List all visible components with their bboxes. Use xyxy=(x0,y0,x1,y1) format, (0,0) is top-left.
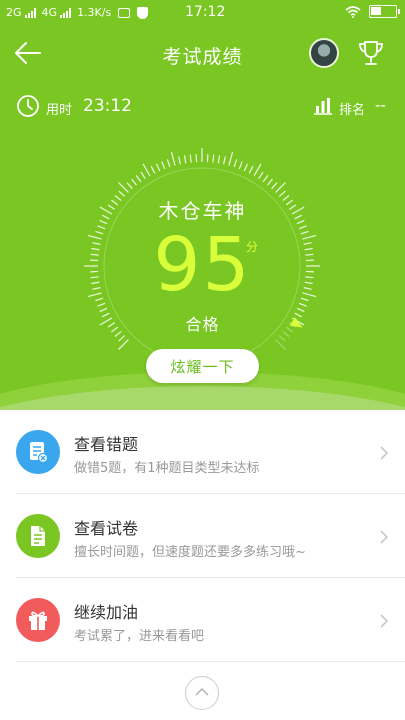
notification-icon xyxy=(118,7,131,18)
battery-icon xyxy=(369,5,400,18)
network-2g-label: 2G xyxy=(6,6,22,19)
wifi-icon xyxy=(345,5,361,18)
gauge-tick xyxy=(118,335,126,342)
list-item-keep-going[interactable]: 继续加油 考试累了，进来看看吧 xyxy=(16,578,405,662)
chevron-right-icon xyxy=(380,614,389,628)
gauge-tick xyxy=(178,156,181,165)
scroll-up-button[interactable] xyxy=(185,676,219,710)
page-title: 考试成绩 xyxy=(162,46,243,68)
top-bar: 考试成绩 xyxy=(0,26,405,80)
gauge-tick xyxy=(212,154,215,163)
rank-label: 排名 xyxy=(339,103,366,118)
network-4g-label: 4G xyxy=(41,6,58,19)
avatar[interactable] xyxy=(309,38,339,68)
status-bar: 2G 4G 1.3K/s 17:12 xyxy=(0,0,405,26)
chevron-right-icon xyxy=(380,446,389,460)
rank-chart-icon xyxy=(314,98,332,115)
gauge-tick xyxy=(126,182,133,190)
screen: 2G 4G 1.3K/s 17:12 考试成绩 用时 23:12 排名 -- 木… xyxy=(0,0,405,720)
gauge-tick xyxy=(155,163,161,172)
list-item-title: 继续加油 xyxy=(74,603,139,622)
score-value: 95 xyxy=(153,222,252,308)
time-used-value: 23:12 xyxy=(83,96,132,116)
gauge-tick xyxy=(118,182,129,193)
chevron-up-icon xyxy=(195,687,209,696)
gauge-tick xyxy=(189,154,192,163)
exam-paper-icon xyxy=(16,514,60,558)
list-item-exam-paper[interactable]: 查看试卷 擅长时间题，但速度题还要多多练习哦~ xyxy=(16,494,405,578)
score-unit: 分 xyxy=(246,240,259,254)
gauge-tick xyxy=(248,165,254,174)
gauge-tick xyxy=(278,335,286,342)
gauge-tick xyxy=(223,156,226,165)
gauge-tick xyxy=(275,182,286,193)
gauge-tick xyxy=(183,155,187,164)
shield-icon xyxy=(137,6,149,19)
gauge-tick xyxy=(243,163,249,172)
grade-label: 合格 xyxy=(185,315,220,334)
rank-value: -- xyxy=(375,96,386,114)
gauge-tick xyxy=(258,171,264,180)
gauge-tick xyxy=(266,178,273,186)
gauge-tick xyxy=(140,171,146,180)
gauge-tick xyxy=(135,175,142,183)
trophy-icon[interactable] xyxy=(356,38,386,68)
action-list: 查看错题 做错5题，有1种题目类型未达标 查看试卷 擅长时间题，但速度题还要多多… xyxy=(0,410,405,662)
chevron-right-icon xyxy=(380,530,389,544)
clock-icon xyxy=(17,95,39,117)
list-item-wrong-questions[interactable]: 查看错题 做错5题，有1种题目类型未达标 xyxy=(16,410,405,494)
gauge-tick xyxy=(217,155,221,164)
bottom-bar xyxy=(0,662,405,720)
status-right xyxy=(345,5,400,18)
signal-icon xyxy=(24,7,36,18)
exam-stats: 用时 23:12 排名 -- xyxy=(0,90,405,124)
signal-icon xyxy=(60,7,72,18)
gauge-tick xyxy=(233,159,238,168)
gauge-tick xyxy=(271,182,278,190)
gauge-tick xyxy=(275,339,286,350)
time-used-label: 用时 xyxy=(46,103,73,118)
list-item-subtitle: 考试累了，进来看看吧 xyxy=(74,629,205,644)
gauge-tick xyxy=(142,163,151,177)
wrong-questions-icon xyxy=(16,430,60,474)
status-time: 17:12 xyxy=(185,4,226,20)
gauge-tick xyxy=(118,339,129,350)
list-item-title: 查看试卷 xyxy=(74,519,139,538)
gauge-tick xyxy=(170,151,176,166)
gauge-tick xyxy=(253,163,262,177)
gauge-tick xyxy=(238,161,243,170)
gift-icon xyxy=(16,598,60,642)
gauge-tick xyxy=(262,175,269,183)
list-item-subtitle: 擅长时间题，但速度题还要多多练习哦~ xyxy=(74,545,306,560)
gauge-tick xyxy=(150,165,156,174)
gauge-tick xyxy=(228,151,234,166)
status-left: 2G 4G 1.3K/s xyxy=(6,6,149,19)
gauge-tick xyxy=(161,161,166,170)
share-button[interactable]: 炫耀一下 xyxy=(146,349,259,383)
gauge-tick xyxy=(131,178,138,186)
gauge-tick xyxy=(166,159,171,168)
list-item-title: 查看错题 xyxy=(74,435,139,454)
network-speed: 1.3K/s xyxy=(77,6,112,19)
user-nickname: 木仓车神 xyxy=(158,199,247,223)
result-header: 2G 4G 1.3K/s 17:12 考试成绩 用时 23:12 排名 -- 木… xyxy=(0,0,405,410)
list-item-subtitle: 做错5题，有1种题目类型未达标 xyxy=(74,461,260,476)
